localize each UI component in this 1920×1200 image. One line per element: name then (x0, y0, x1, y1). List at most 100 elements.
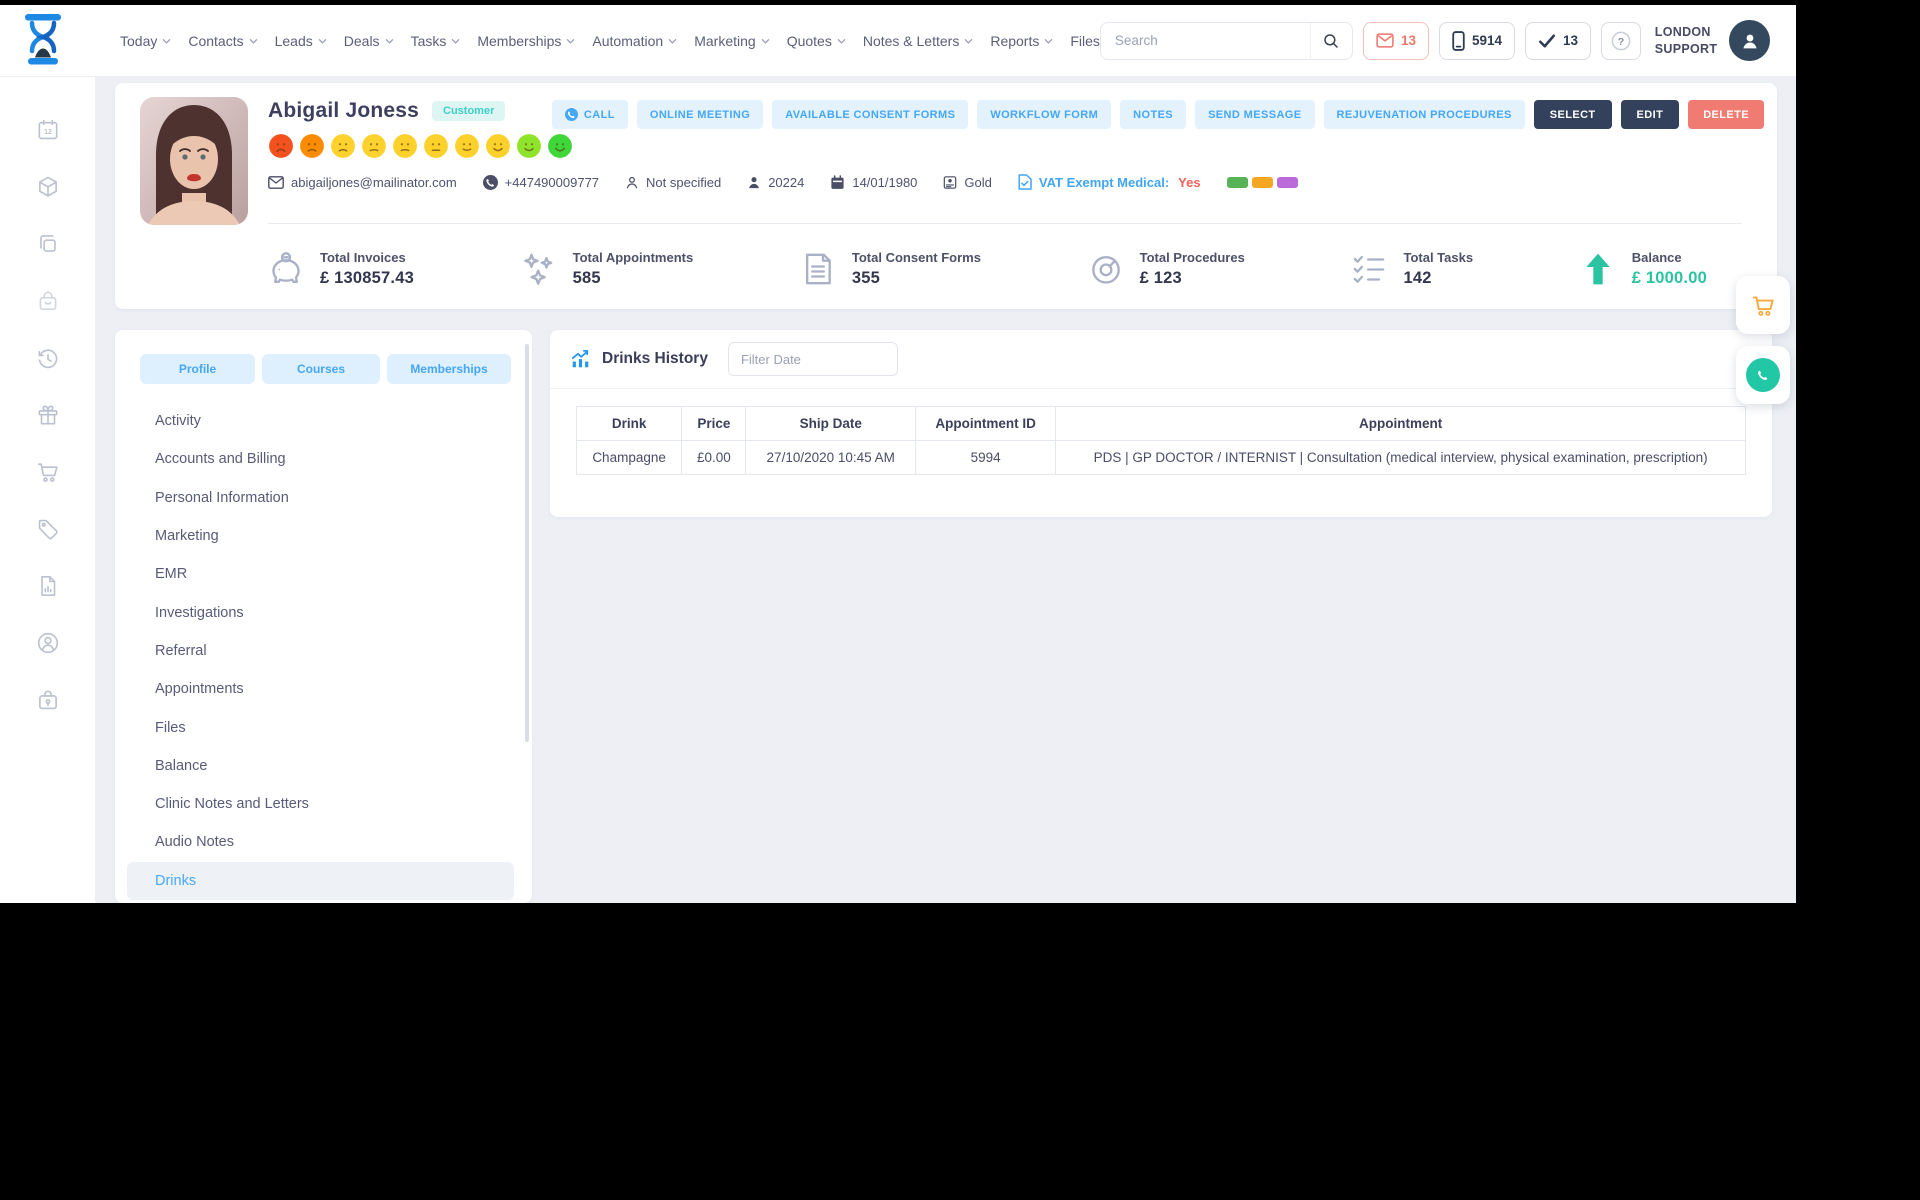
mood-face-7[interactable] (454, 133, 480, 159)
section-appointments[interactable]: Appointments (115, 670, 532, 708)
mood-face-2[interactable] (299, 133, 325, 159)
filter-date-input[interactable] (727, 342, 898, 376)
section-audio-notes[interactable]: Audio Notes (115, 823, 532, 861)
section-referral[interactable]: Referral (115, 632, 532, 670)
col-appointment-id: Appointment ID (914, 406, 1057, 441)
delete-button[interactable]: DELETE (1688, 100, 1764, 129)
mood-face-10[interactable] (547, 133, 573, 159)
mood-face-8[interactable] (485, 133, 511, 159)
section-balance[interactable]: Balance (115, 747, 532, 785)
history-icon[interactable] (35, 345, 61, 371)
mood-face-9[interactable] (516, 133, 542, 159)
section-accounts-billing[interactable]: Accounts and Billing (115, 440, 532, 478)
person-outline-icon (626, 176, 638, 188)
arrow-up-icon (1577, 248, 1619, 290)
gift-icon[interactable] (35, 402, 61, 428)
search-input[interactable] (1100, 33, 1310, 48)
mood-face-3[interactable] (330, 133, 356, 159)
rejuvenation-procedures-button[interactable]: REJUVENATION PROCEDURES (1323, 100, 1525, 129)
nav-today[interactable]: Today (120, 33, 171, 49)
patient-stats: Total Invoices £ 130857.43 Total Appointm… (265, 239, 1707, 299)
discount-tag-icon[interactable] (35, 516, 61, 542)
help-button[interactable]: ? (1601, 21, 1641, 60)
tab-profile[interactable]: Profile (140, 354, 255, 384)
select-button[interactable]: SELECT (1533, 100, 1612, 129)
section-activity[interactable]: Activity (115, 402, 532, 440)
nav-quotes[interactable]: Quotes (787, 33, 846, 49)
chevron-down-icon (452, 39, 460, 44)
package-icon[interactable] (35, 174, 61, 200)
report-icon[interactable] (35, 573, 61, 599)
copy-icon[interactable] (35, 231, 61, 257)
chevron-down-icon (249, 39, 257, 44)
search-button[interactable] (1309, 22, 1352, 59)
main-nav: Today Contacts Leads Deals Tasks Members… (120, 33, 1100, 49)
question-icon: ? (1611, 31, 1631, 50)
panel-scrollbar[interactable] (525, 344, 529, 742)
vat-exempt-status: VAT Exempt Medical: Yes (1018, 174, 1201, 190)
nav-automation[interactable]: Automation (592, 33, 677, 49)
nav-notes-letters[interactable]: Notes & Letters (863, 33, 974, 49)
col-appointment: Appointment (1055, 406, 1746, 441)
chevron-down-icon (1045, 39, 1053, 44)
edit-button[interactable]: EDIT (1620, 100, 1680, 129)
inbox-badge[interactable]: 13 (1362, 21, 1429, 60)
calls-badge[interactable]: 5914 (1439, 21, 1516, 60)
cell-ship-date: 27/10/2020 10:45 AM (745, 440, 916, 475)
mood-face-5[interactable] (392, 133, 418, 159)
person-icon (1743, 34, 1757, 48)
tasks-badge[interactable]: 13 (1525, 21, 1592, 60)
patient-dob: 14/01/1980 (830, 175, 917, 190)
chevron-down-icon (318, 39, 326, 44)
cart-icon[interactable] (35, 459, 61, 485)
document-icon (1018, 174, 1032, 190)
app-logo[interactable] (20, 12, 66, 70)
check-icon (1539, 33, 1556, 48)
section-emr[interactable]: EMR (115, 555, 532, 593)
nav-label: Automation (592, 32, 664, 49)
section-personal-information[interactable]: Personal Information (115, 479, 532, 517)
drinks-table-row[interactable]: Champagne £0.00 27/10/2020 10:45 AM 5994… (575, 440, 1746, 475)
nav-leads[interactable]: Leads (275, 33, 327, 49)
tab-memberships[interactable]: Memberships (387, 354, 511, 384)
cell-appointment: PDS | GP DOCTOR / INTERNIST | Consultati… (1055, 440, 1746, 475)
calendar-icon[interactable]: 12 (35, 117, 61, 143)
nav-label: Marketing (694, 32, 756, 49)
secure-case-icon[interactable] (35, 687, 61, 713)
mail-icon (1376, 33, 1394, 48)
mood-face-4[interactable] (361, 133, 387, 159)
nav-contacts[interactable]: Contacts (188, 33, 257, 49)
contact-tags (1226, 176, 1298, 188)
stat-balance: Balance £ 1000.00 (1577, 248, 1707, 290)
user-avatar[interactable] (1729, 20, 1770, 61)
mood-face-1[interactable] (268, 133, 294, 159)
mood-face-6[interactable] (423, 133, 449, 159)
section-files[interactable]: Files (115, 708, 532, 746)
nav-label: Today (120, 32, 158, 49)
global-search (1099, 21, 1353, 60)
nav-memberships[interactable]: Memberships (477, 33, 575, 49)
nav-files[interactable]: Files (1070, 33, 1100, 49)
bag-icon[interactable] (35, 288, 61, 314)
chevron-down-icon (965, 39, 973, 44)
calls-count: 5914 (1472, 33, 1503, 48)
tab-courses[interactable]: Courses (262, 354, 380, 384)
tag-orange (1251, 176, 1273, 188)
whatsapp-icon (1746, 358, 1780, 392)
stars-icon (518, 248, 560, 290)
chart-icon (571, 349, 589, 367)
floating-whatsapp-button[interactable] (1736, 346, 1790, 404)
nav-tasks[interactable]: Tasks (411, 33, 461, 49)
svg-text:?: ? (1618, 35, 1624, 47)
floating-cart-button[interactable] (1736, 276, 1790, 334)
nav-marketing[interactable]: Marketing (694, 33, 769, 49)
piggy-bank-icon (265, 248, 307, 290)
phone-icon (482, 174, 498, 190)
section-drinks[interactable]: Drinks (127, 861, 514, 900)
section-marketing[interactable]: Marketing (115, 517, 532, 555)
section-clinic-notes-letters[interactable]: Clinic Notes and Letters (115, 785, 532, 823)
section-investigations[interactable]: Investigations (115, 593, 532, 631)
support-user-icon[interactable] (35, 630, 61, 656)
nav-deals[interactable]: Deals (344, 33, 394, 49)
nav-reports[interactable]: Reports (990, 33, 1053, 49)
